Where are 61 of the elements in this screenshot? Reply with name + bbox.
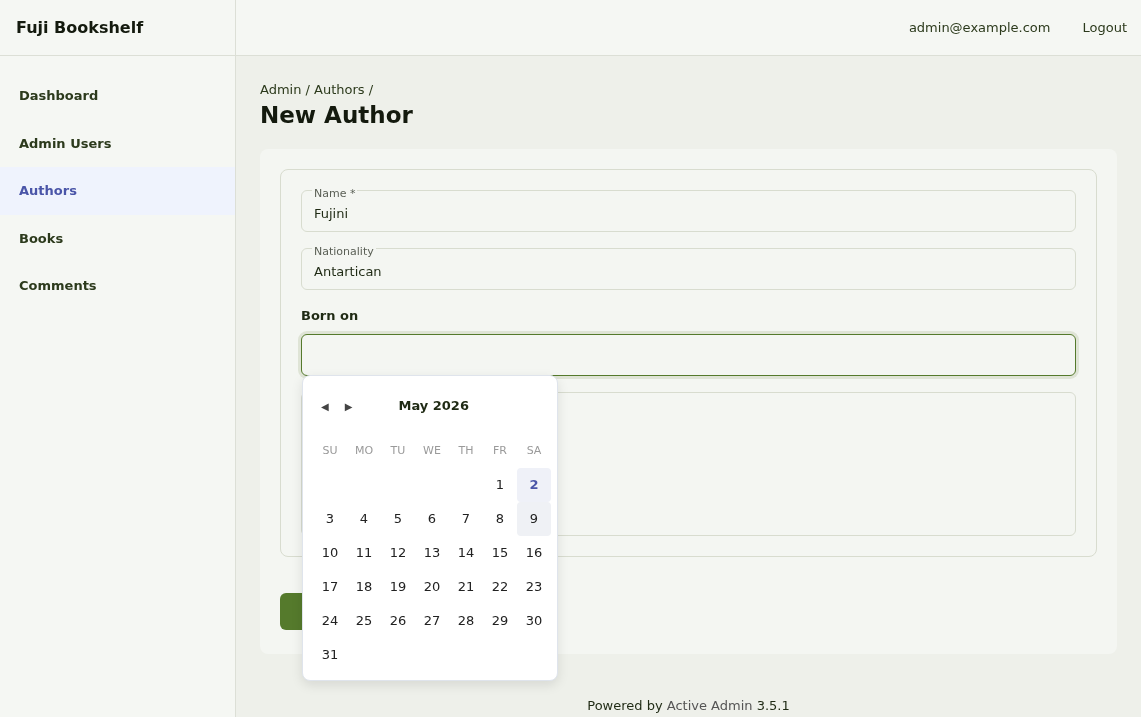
day-cell[interactable]: 12 [381, 536, 415, 571]
day-cell[interactable]: 17 [313, 570, 347, 605]
day-cell[interactable]: 15 [483, 536, 517, 571]
day-cell[interactable]: 31 [313, 638, 347, 673]
weekday-label: SA [525, 442, 543, 459]
weekday-label: TU [389, 442, 407, 459]
weekday-label: WE [422, 442, 442, 459]
page-title: New Author [260, 101, 414, 130]
day-cell[interactable]: 2 [517, 468, 551, 503]
sidebar-item[interactable]: Authors [0, 167, 235, 215]
day-cell[interactable]: 29 [483, 604, 517, 639]
text-field[interactable]: Nationality Antartican [301, 248, 1076, 291]
date-field[interactable] [301, 333, 1076, 376]
day-cell[interactable]: 7 [449, 502, 483, 537]
day-cell[interactable]: 26 [381, 604, 415, 639]
field-value: Fujini [314, 204, 350, 223]
day-cell[interactable]: 1 [483, 468, 517, 503]
day-cell[interactable]: 20 [415, 570, 449, 605]
weekday-label: TH [457, 442, 475, 459]
footer-text: Powered by [587, 697, 664, 713]
sidebar-item[interactable]: Comments [0, 262, 235, 310]
sidebar-item[interactable]: Admin Users [0, 119, 235, 167]
day-cell[interactable]: 28 [449, 604, 483, 639]
day-cell[interactable]: 21 [449, 570, 483, 605]
prev-month-button[interactable]: ◀ [313, 398, 337, 414]
day-cell[interactable]: 25 [347, 604, 381, 639]
day-cell[interactable]: 10 [313, 536, 347, 571]
day-cell[interactable]: 16 [517, 536, 551, 571]
day-cell[interactable]: 3 [313, 502, 347, 537]
day-cell[interactable]: 24 [313, 604, 347, 639]
day-cell[interactable]: 23 [517, 570, 551, 605]
weekday-label: MO [353, 442, 375, 459]
day-cell[interactable]: 13 [415, 536, 449, 571]
day-cell[interactable]: 27 [415, 604, 449, 639]
weekday-label: FR [492, 442, 508, 459]
version-text: 3.5.1 [755, 697, 790, 713]
logout-link[interactable]: Logout [1082, 17, 1127, 38]
day-cell[interactable]: 8 [483, 502, 517, 537]
footer-link[interactable]: Active Admin [666, 697, 753, 713]
breadcrumb: Admin / Authors / [260, 81, 375, 99]
brand-title: Fuji Bookshelf [0, 0, 236, 56]
day-cell[interactable]: 14 [449, 536, 483, 571]
day-cell[interactable]: 30 [517, 604, 551, 639]
day-cell[interactable]: 11 [347, 536, 381, 571]
day-cell[interactable]: 9 [517, 502, 551, 537]
day-cell[interactable]: 22 [483, 570, 517, 605]
field-label: Born on [301, 307, 360, 326]
day-cell[interactable]: 18 [347, 570, 381, 605]
day-cell[interactable]: 6 [415, 502, 449, 537]
text-field[interactable]: Name * Fujini [301, 190, 1076, 233]
month-title: May 2026 [397, 397, 470, 416]
sidebar-item[interactable]: Books [0, 214, 235, 262]
user-email-link[interactable]: admin@example.com [908, 17, 1051, 38]
day-cell[interactable]: 19 [381, 570, 415, 605]
day-cell[interactable]: 4 [347, 502, 381, 537]
field-value: Antartican [314, 262, 383, 281]
sidebar-item[interactable]: Dashboard [0, 72, 235, 120]
next-month-button[interactable]: ▶ [336, 398, 361, 414]
field-label: Nationality [312, 245, 376, 260]
weekday-label: SU [321, 442, 339, 459]
day-cell[interactable]: 5 [381, 502, 415, 537]
